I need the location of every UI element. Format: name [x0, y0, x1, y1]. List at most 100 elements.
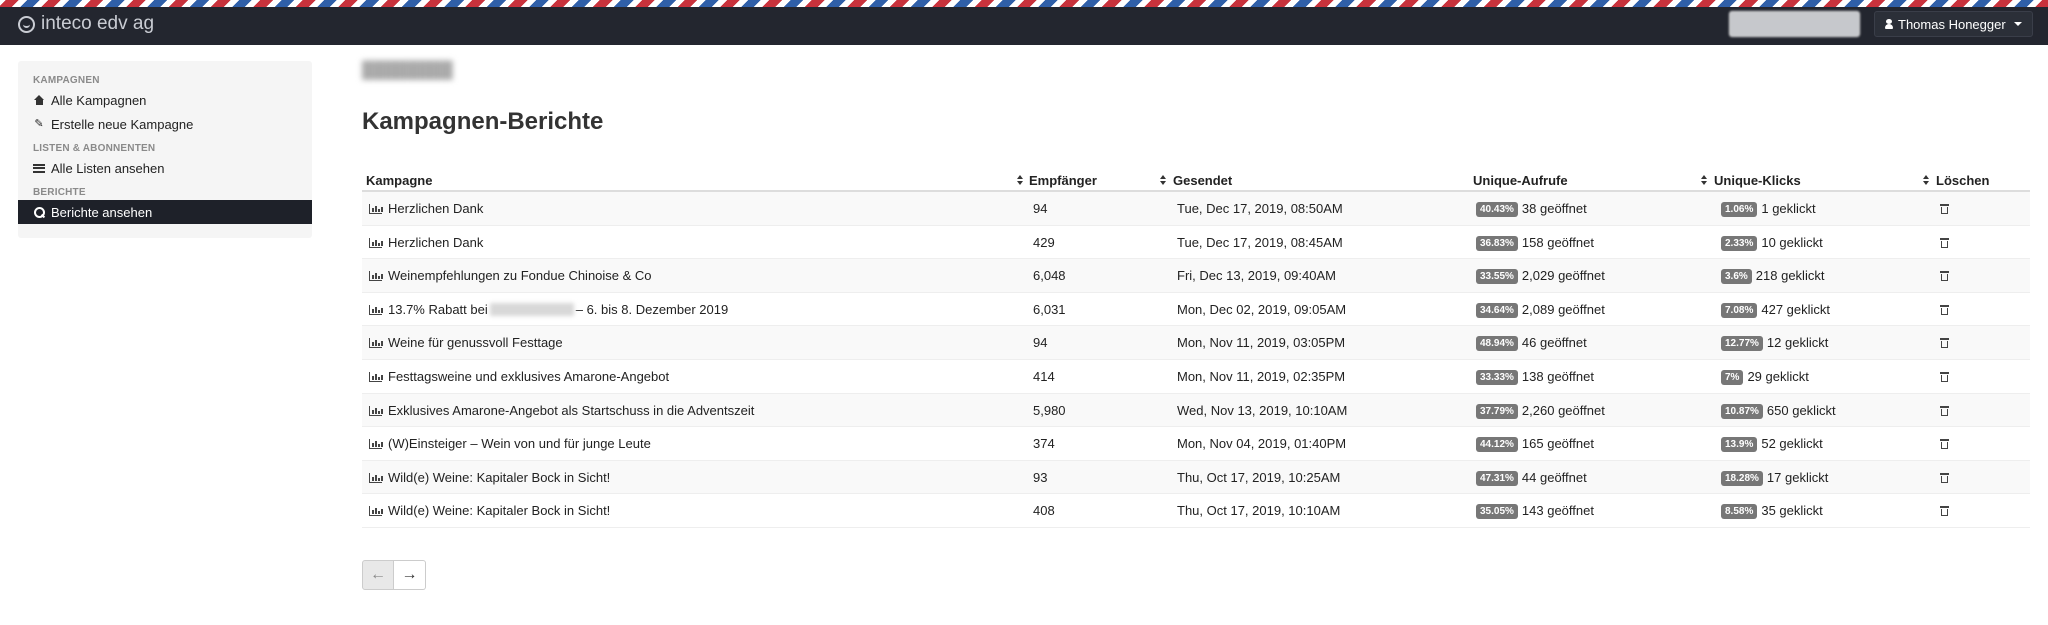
delete-button[interactable] [1940, 337, 1949, 352]
clicks-count: 218 geklickt [1755, 268, 1825, 284]
sidebar-item-new-campaign[interactable]: ✎ Erstelle neue Kampagne [18, 112, 312, 136]
unique-opens-cell: 34.64% 2,089 geöffnet [1476, 302, 1605, 318]
bar-chart-icon [369, 405, 383, 416]
header-unique-opens[interactable]: Unique-Aufrufe [1473, 173, 1568, 188]
trash-icon [1940, 506, 1949, 517]
opens-count: 38 geöffnet [1521, 201, 1587, 216]
header-recipients[interactable]: Empfänger [1029, 173, 1097, 188]
delete-button[interactable] [1940, 405, 1949, 420]
campaign-cell[interactable]: Herzlichen Dank [369, 235, 483, 250]
opens-percent-badge: 36.83% [1476, 235, 1518, 251]
campaign-link[interactable]: Exklusives Amarone-Angebot als Startschu… [388, 403, 754, 418]
clicks-count: 650 geklickt [1766, 402, 1836, 418]
header-sent[interactable]: Gesendet [1173, 173, 1232, 188]
table-header: Kampagne Empfänger Gesendet Unique-Aufru… [362, 170, 2030, 192]
clicks-percent-badge: 3.6% [1721, 269, 1752, 285]
campaign-cell[interactable]: Herzlichen Dank [369, 201, 483, 216]
delete-button[interactable] [1940, 203, 1949, 218]
sidebar-item-all-campaigns[interactable]: Alle Kampagnen [18, 88, 312, 112]
trash-icon [1940, 304, 1949, 316]
table-row: Wild(e) Weine: Kapitaler Bock in Sicht! 9… [362, 460, 2030, 495]
unique-clicks-cell: 18.28% 17 geklickt [1721, 470, 1828, 486]
campaign-link[interactable]: (W)Einsteiger – Wein von und für junge L… [388, 436, 651, 451]
campaign-link[interactable]: Wild(e) Weine: Kapitaler Bock in Sicht! [388, 470, 610, 485]
header-campaign[interactable]: Kampagne [366, 173, 432, 188]
brand-name: inteco edv ag [41, 13, 155, 34]
clicks-percent-badge: 1.06% [1721, 202, 1758, 217]
campaign-cell[interactable]: Weine für genussvoll Festtage [369, 335, 563, 350]
recipients-cell: 429 [1033, 234, 1055, 250]
header-delete: Löschen [1936, 173, 1990, 188]
sort-icon[interactable] [1160, 175, 1166, 186]
sidebar-item-label: Berichte ansehen [51, 204, 153, 220]
sidebar-item-all-lists[interactable]: Alle Listen ansehen [18, 156, 312, 180]
next-page-button[interactable]: → [394, 560, 426, 590]
header-unique-clicks[interactable]: Unique-Klicks [1714, 173, 1801, 188]
sidebar: KAMPAGNEN Alle Kampagnen ✎ Erstelle neue… [18, 61, 312, 238]
campaign-link-suffix[interactable]: – 6. bis 8. Dezember 2019 [576, 302, 728, 317]
trash-icon [1940, 271, 1949, 282]
campaign-link[interactable]: Herzlichen Dank [388, 235, 483, 250]
campaign-cell[interactable]: Wild(e) Weine: Kapitaler Bock in Sicht! [369, 503, 610, 518]
unique-clicks-cell: 7% 29 geklickt [1721, 369, 1809, 385]
sent-date-cell: Tue, Dec 17, 2019, 08:45AM [1177, 234, 1343, 250]
trash-icon [1940, 204, 1949, 215]
campaign-link[interactable]: Weine für genussvoll Festtage [388, 335, 563, 350]
recipients-cell: 408 [1033, 503, 1055, 519]
campaign-cell[interactable]: Wild(e) Weine: Kapitaler Bock in Sicht! [369, 470, 610, 485]
bar-chart-icon [369, 371, 383, 382]
delete-button[interactable] [1940, 472, 1949, 487]
campaign-cell[interactable]: 13.7% Rabatt bei – 6. bis 8. Dezember 201… [369, 302, 728, 317]
delete-button[interactable] [1940, 438, 1949, 453]
table-row: Herzlichen Dank 429 Tue, Dec 17, 2019, 08:… [362, 226, 2030, 260]
clicks-count: 17 geklickt [1766, 469, 1829, 485]
clicks-percent-badge: 10.87% [1721, 403, 1763, 419]
campaign-link[interactable]: 13.7% Rabatt bei [388, 302, 488, 317]
user-menu-button[interactable]: Thomas Honegger [1874, 11, 2033, 37]
caret-down-icon [2013, 22, 2022, 26]
sort-icon[interactable] [1923, 175, 1929, 186]
delete-button[interactable] [1940, 371, 1949, 386]
sort-icon[interactable] [1017, 175, 1023, 186]
campaign-cell[interactable]: Exklusives Amarone-Angebot als Startschu… [369, 403, 754, 418]
opens-count: 165 geöffnet [1521, 436, 1594, 452]
campaign-cell[interactable]: (W)Einsteiger – Wein von und für junge L… [369, 436, 651, 451]
recipients-cell: 5,980 [1033, 402, 1066, 418]
sidebar-item-reports[interactable]: Berichte ansehen [18, 200, 312, 224]
delete-button[interactable] [1940, 505, 1949, 520]
clicks-percent-badge: 8.58% [1721, 504, 1758, 520]
delete-button[interactable] [1940, 270, 1949, 285]
recipients-cell: 93 [1033, 469, 1048, 485]
opens-count: 44 geöffnet [1521, 469, 1587, 485]
delete-button[interactable] [1940, 237, 1949, 252]
brand-link[interactable]: inteco edv ag [18, 13, 154, 35]
prev-page-button[interactable]: ← [362, 560, 394, 590]
unique-opens-cell: 36.83% 158 geöffnet [1476, 235, 1594, 251]
unique-opens-cell: 47.31% 44 geöffnet [1476, 470, 1587, 486]
delete-button[interactable] [1940, 304, 1949, 319]
unique-clicks-cell: 12.77% 12 geklickt [1721, 335, 1828, 352]
campaign-link[interactable]: Festtagsweine und exklusives Amarone-Ang… [388, 369, 669, 384]
blurred-heading: ████████ [362, 62, 453, 79]
unique-opens-cell: 44.12% 165 geöffnet [1476, 436, 1594, 453]
table-row: (W)Einsteiger – Wein von und für junge L… [362, 427, 2030, 461]
clicks-count: 10 geklickt [1761, 234, 1823, 250]
search-input[interactable] [1729, 11, 1860, 37]
top-navbar: inteco edv ag Thomas Honegger [0, 0, 2048, 45]
campaign-cell[interactable]: Weinempfehlungen zu Fondue Chinoise & Co [369, 268, 652, 283]
arrow-left-icon: ← [370, 566, 386, 583]
sort-icon[interactable] [1701, 175, 1707, 186]
recipients-cell: 94 [1033, 201, 1048, 216]
campaign-link[interactable]: Weinempfehlungen zu Fondue Chinoise & Co [388, 268, 652, 283]
recipients-cell: 94 [1033, 335, 1048, 351]
campaign-link[interactable]: Herzlichen Dank [388, 201, 483, 216]
campaign-cell[interactable]: Festtagsweine und exklusives Amarone-Ang… [369, 369, 669, 384]
clicks-percent-badge: 13.9% [1721, 437, 1758, 453]
clicks-count: 29 geklickt [1747, 368, 1809, 384]
bar-chart-icon [369, 304, 383, 315]
opens-count: 46 geöffnet [1521, 335, 1587, 351]
pagination: ← → [362, 560, 426, 590]
campaign-link[interactable]: Wild(e) Weine: Kapitaler Bock in Sicht! [388, 503, 610, 518]
trash-icon [1940, 237, 1949, 249]
sent-date-cell: Thu, Oct 17, 2019, 10:10AM [1177, 503, 1341, 519]
